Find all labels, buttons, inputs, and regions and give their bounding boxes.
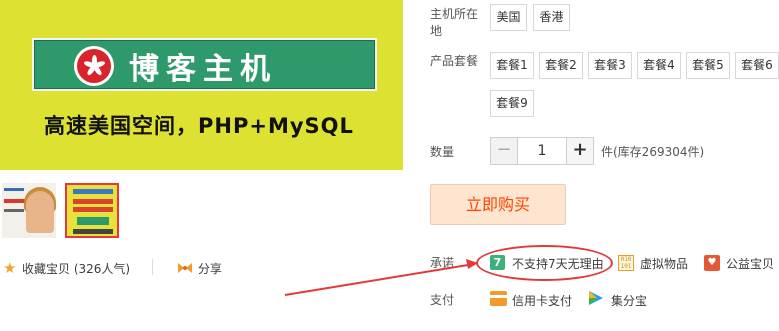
annotation-arrow (284, 259, 478, 296)
